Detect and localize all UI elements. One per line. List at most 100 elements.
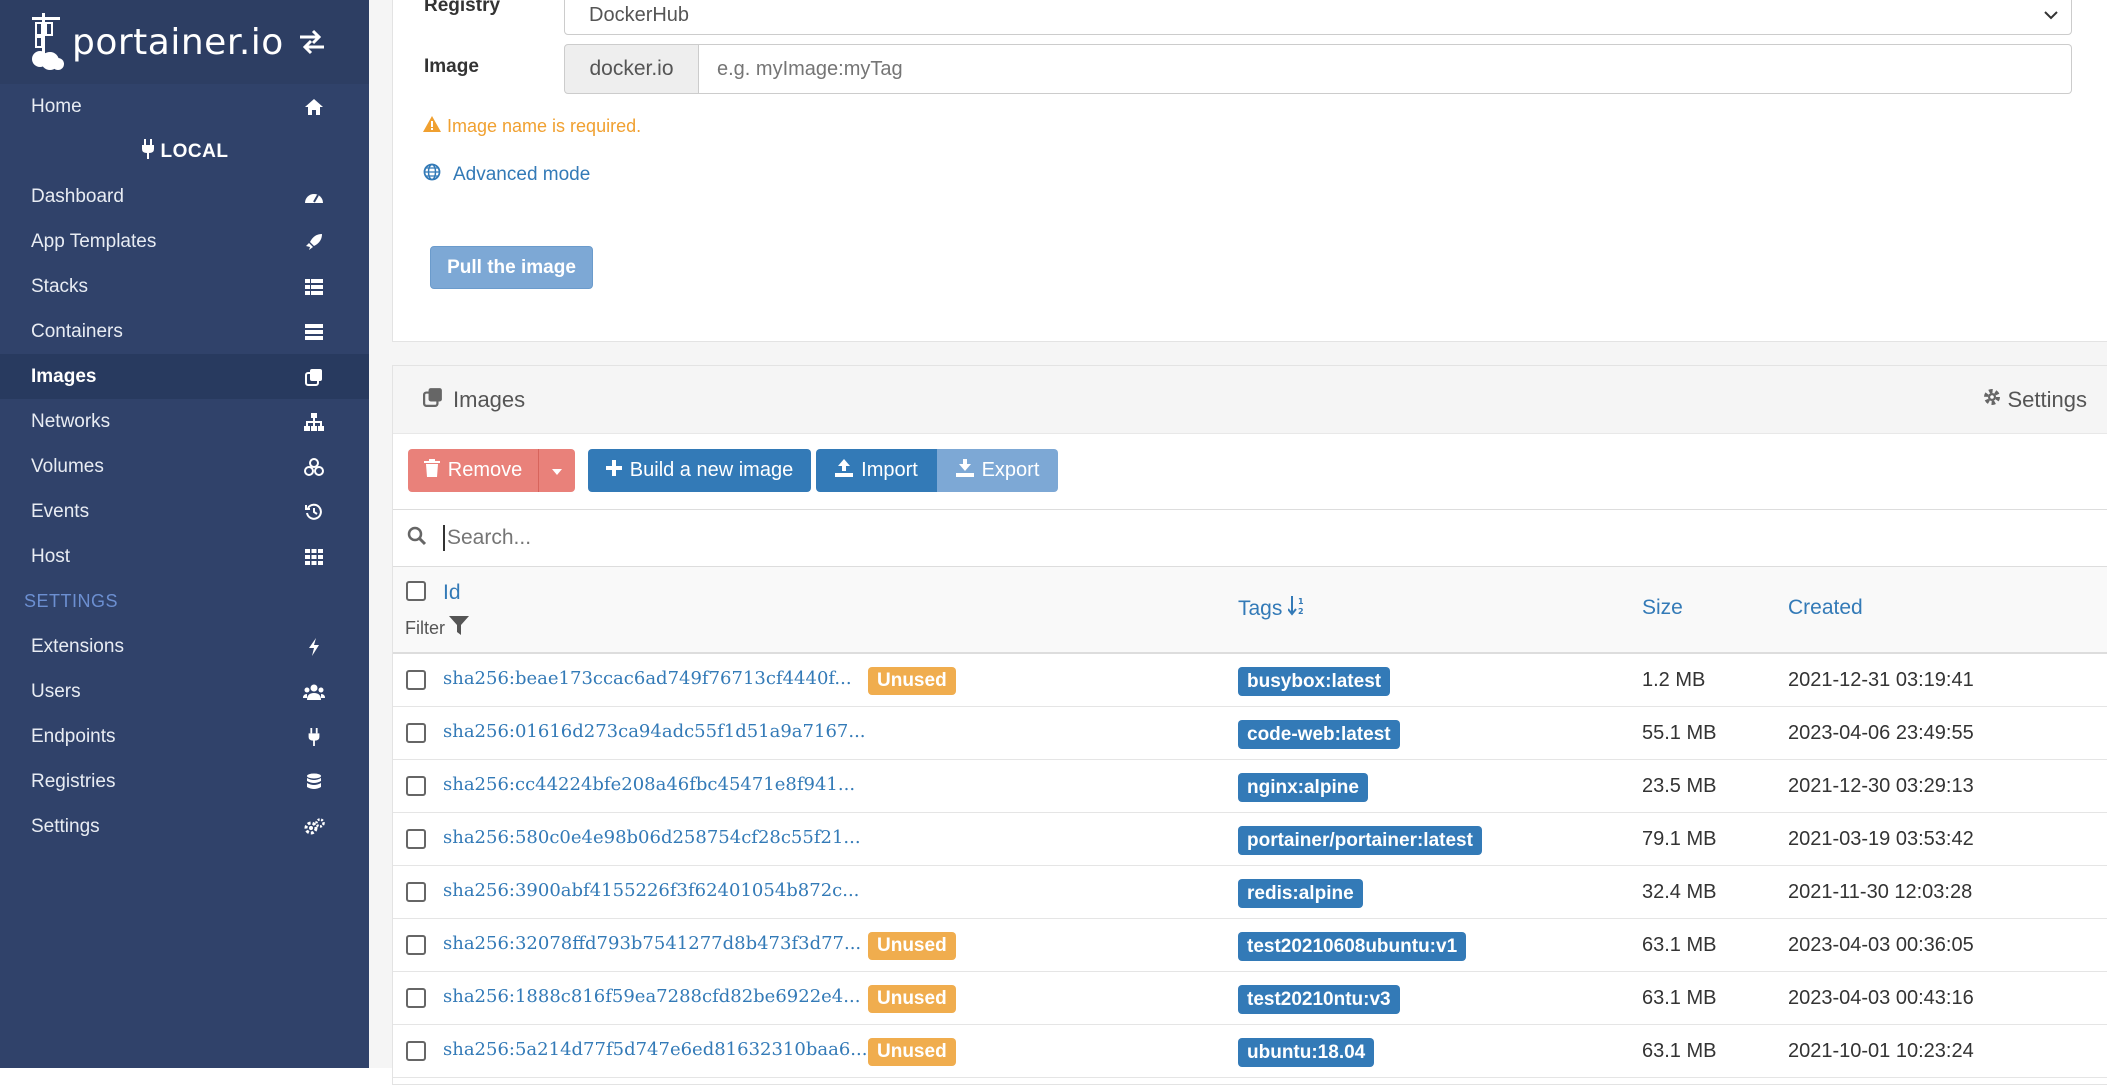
import-button[interactable]: Import [816, 449, 937, 492]
sidebar-item-home[interactable]: Home [0, 84, 369, 129]
svg-text:1: 1 [1298, 597, 1304, 606]
image-name-input[interactable] [699, 44, 2072, 94]
row-checkbox[interactable] [406, 723, 426, 743]
column-header-created[interactable]: Created [1788, 596, 1863, 620]
advanced-mode-link[interactable]: Advanced mode [423, 163, 590, 187]
remove-dropdown-toggle[interactable] [538, 449, 575, 492]
row-checkbox[interactable] [406, 1041, 426, 1061]
sidebar-toggle-icon[interactable] [297, 28, 327, 64]
image-id-link[interactable]: sha256:1888c816f59ea7288cfd82be6922e4... [443, 986, 860, 1007]
pull-image-button[interactable]: Pull the image [430, 246, 593, 289]
table-row: sha256:cc44224bfe208a46fbc45471e8f941...… [393, 760, 2107, 813]
sidebar-item-label: Dashboard [31, 185, 124, 207]
image-id-link[interactable]: sha256:32078ffd793b7541277d8b473f3d77... [443, 933, 861, 954]
caret-down-icon [551, 459, 563, 482]
unused-badge: Unused [868, 1038, 956, 1066]
column-header-tags[interactable]: Tags 12 [1238, 596, 1306, 622]
warning-icon [423, 116, 441, 137]
sidebar-item-volumes[interactable]: Volumes [0, 444, 369, 489]
tachometer-icon [303, 186, 325, 208]
row-checkbox[interactable] [406, 670, 426, 690]
image-id-link[interactable]: sha256:cc44224bfe208a46fbc45471e8f941... [443, 774, 855, 795]
sidebar-item-endpoints[interactable]: Endpoints [0, 714, 369, 759]
image-tag-badge: ubuntu:18.04 [1238, 1038, 1375, 1067]
th-list-icon [303, 276, 325, 298]
cubes-icon [303, 456, 325, 478]
sidebar-item-label: Home [31, 95, 82, 117]
id-filter-toggle[interactable]: Filter [405, 616, 469, 641]
sidebar-item-app-templates[interactable]: App Templates [0, 219, 369, 264]
download-icon [955, 458, 974, 483]
sidebar-item-registries[interactable]: Registries [0, 759, 369, 804]
column-header-id[interactable]: Id [443, 581, 461, 605]
table-row: sha256:01616d273ca94adc55f1d51a9a7167...… [393, 707, 2107, 760]
image-required-warning: Image name is required. [423, 116, 641, 137]
tags-label: Tags [1238, 597, 1283, 620]
globe-icon [423, 163, 441, 187]
environment-label: LOCAL [0, 129, 369, 174]
image-size: 79.1 MB [1642, 828, 1717, 850]
row-checkbox[interactable] [406, 935, 426, 955]
table-row: sha256:1888c816f59ea7288cfd82be6922e4...… [393, 972, 2107, 1025]
sidebar-item-containers[interactable]: Containers [0, 309, 369, 354]
settings-section-header: SETTINGS [24, 591, 119, 611]
image-tag-badge: test20210608ubuntu:v1 [1238, 932, 1467, 961]
image-id-link[interactable]: sha256:5a214d77f5d747e6ed81632310baa6... [443, 1039, 867, 1060]
sidebar-item-users[interactable]: Users [0, 669, 369, 714]
row-checkbox[interactable] [406, 988, 426, 1008]
table-row: sha256:5a214d77f5d747e6ed81632310baa6...… [393, 1025, 2107, 1078]
sidebar: portainer.io Home LOCAL Dashboard App Te… [0, 0, 369, 1068]
sidebar-item-label: Volumes [31, 455, 104, 477]
image-id-link[interactable]: sha256:beae173ccac6ad749f76713cf4440f... [443, 668, 852, 689]
row-checkbox[interactable] [406, 882, 426, 902]
remove-button[interactable]: Remove [408, 449, 538, 492]
sidebar-item-host[interactable]: Host [0, 534, 369, 579]
sidebar-item-events[interactable]: Events [0, 489, 369, 534]
image-id-link[interactable]: sha256:3900abf4155226f3f62401054b872c... [443, 880, 859, 901]
column-header-size[interactable]: Size [1642, 596, 1683, 620]
search-input[interactable] [443, 525, 1749, 551]
advanced-mode-label: Advanced mode [453, 164, 591, 185]
sitemap-icon [303, 411, 325, 433]
sort-alpha-icon: 12 [1287, 596, 1306, 622]
remove-label: Remove [447, 459, 523, 481]
row-checkbox[interactable] [406, 776, 426, 796]
sidebar-item-dashboard[interactable]: Dashboard [0, 174, 369, 219]
main-content: Registry DockerHub Image docker.io Image… [369, 0, 2107, 1085]
sidebar-item-extensions[interactable]: Extensions [0, 624, 369, 669]
image-id-link[interactable]: sha256:01616d273ca94adc55f1d51a9a7167... [443, 721, 866, 742]
trash-icon [423, 458, 440, 483]
upload-icon [835, 458, 854, 483]
table-header: Id Filter Tags 12 Size Created [393, 567, 2107, 654]
build-image-button[interactable]: Build a new image [588, 449, 811, 492]
sidebar-item-settings[interactable]: Settings [0, 804, 369, 849]
row-checkbox[interactable] [406, 829, 426, 849]
image-size: 55.1 MB [1642, 722, 1717, 744]
registry-select[interactable]: DockerHub [564, 0, 2072, 35]
users-icon [303, 681, 325, 703]
image-size: 63.1 MB [1642, 1040, 1717, 1062]
table-settings-button[interactable]: Settings [1982, 387, 2087, 413]
export-button[interactable]: Export [937, 449, 1058, 492]
th-icon [303, 546, 325, 568]
image-created: 2021-10-01 10:23:24 [1788, 1040, 1974, 1062]
sidebar-item-stacks[interactable]: Stacks [0, 264, 369, 309]
sidebar-item-images[interactable]: Images [0, 354, 369, 399]
home-icon [303, 96, 325, 118]
plus-icon [605, 459, 622, 482]
database-icon [303, 771, 325, 793]
table-row: sha256:beae173ccac6ad749f76713cf4440f...… [393, 654, 2107, 707]
image-id-link[interactable]: sha256:580c0e4e98b06d258754cf28c55f21... [443, 827, 861, 848]
sidebar-item-networks[interactable]: Networks [0, 399, 369, 444]
warning-text: Image name is required. [447, 116, 642, 136]
select-all-checkbox[interactable] [406, 581, 426, 601]
registry-value: DockerHub [589, 4, 690, 26]
sidebar-item-label: Images [31, 365, 97, 387]
sidebar-item-label: Endpoints [31, 725, 116, 747]
plug-icon [141, 138, 155, 165]
image-created: 2023-04-03 00:36:05 [1788, 934, 1974, 956]
clone-icon [423, 387, 443, 413]
image-tag-badge: code-web:latest [1238, 720, 1400, 749]
sidebar-item-label: App Templates [31, 230, 157, 252]
image-tag-badge: test20210ntu:v3 [1238, 985, 1400, 1014]
